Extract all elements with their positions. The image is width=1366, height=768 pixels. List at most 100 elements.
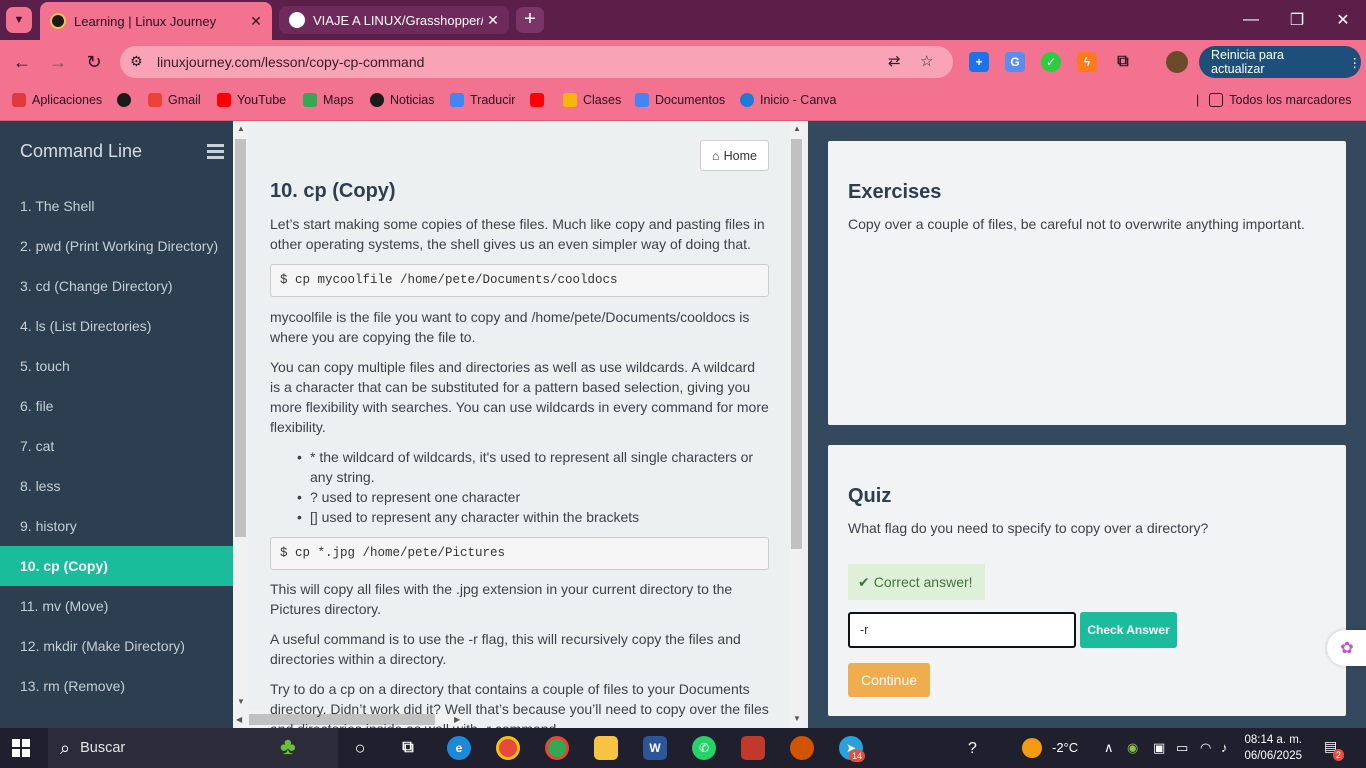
bookmark-clases[interactable]: Clases [563, 93, 621, 107]
bookmark-noticias[interactable]: Noticias [370, 93, 434, 107]
globe-icon [117, 93, 131, 107]
translate-icon [450, 93, 464, 107]
list-item: ? used to represent one character [297, 487, 769, 507]
chrome-icon[interactable] [545, 736, 569, 760]
weather-sun-icon[interactable] [1022, 738, 1042, 758]
bookmark-youtube-2[interactable] [530, 93, 550, 107]
tab-linux-journey[interactable]: Learning | Linux Journey ✕ [40, 2, 272, 40]
home-button[interactable]: ⌂ Home [700, 140, 769, 171]
sidebar-lesson-item[interactable]: 12. mkdir (Make Directory) [0, 626, 233, 666]
sidebar-scrollbar[interactable]: ▲ ▼ [233, 121, 248, 711]
brain-extension-icon[interactable]: ✿ [1327, 630, 1366, 666]
apps-grid-icon [12, 93, 26, 107]
more-vertical-icon: ⋮ [1348, 55, 1362, 70]
sidebar-lesson-item[interactable]: 13. rm (Remove) [0, 666, 233, 706]
tab-github[interactable]: VIAJE A LINUX/Grasshopper/Lin ✕ [279, 6, 509, 34]
taskbar-search[interactable]: ⌕ Buscar ♣ [48, 728, 338, 768]
check-answer-button[interactable]: Check Answer [1080, 612, 1177, 648]
tray-device-icon[interactable]: ▣ [1153, 740, 1165, 756]
paragraph-try: Try to do a cp on a directory that conta… [270, 681, 769, 728]
back-arrow-icon[interactable]: ← [8, 48, 36, 76]
bookmark-youtube[interactable]: YouTube [217, 93, 286, 107]
bookmark-traducir[interactable]: Traducir [450, 93, 515, 107]
sidebar-lesson-item[interactable]: 8. less [0, 466, 233, 506]
close-window-icon[interactable]: ✕ [1320, 0, 1366, 40]
minimize-icon[interactable]: — [1228, 0, 1274, 40]
sidebar-lesson-item[interactable]: 7. cat [0, 426, 233, 466]
profile-avatar[interactable] [1166, 51, 1188, 73]
reload-icon[interactable]: ↻ [80, 48, 108, 76]
lesson-scrollbar[interactable]: ▲ ▼ [789, 121, 804, 728]
extension-bolt-icon[interactable]: ϟ [1077, 52, 1097, 72]
app-avatar-icon[interactable] [790, 736, 814, 760]
extension-check-icon[interactable]: ✓ [1041, 52, 1061, 72]
close-tab-icon[interactable]: ✕ [246, 13, 266, 30]
globe-icon [370, 93, 384, 107]
task-view-icon[interactable]: ⧉ [396, 736, 420, 760]
taskbar-clock[interactable]: 08:14 a. m. 06/06/2025 [1236, 732, 1302, 764]
file-explorer-icon[interactable] [594, 736, 618, 760]
sidebar-lesson-item[interactable]: 6. file [0, 386, 233, 426]
scroll-up-icon[interactable]: ▲ [793, 124, 801, 133]
battery-icon[interactable]: ▭ [1176, 740, 1188, 756]
tab-title: VIAJE A LINUX/Grasshopper/Lin [313, 12, 483, 28]
answer-input[interactable] [848, 612, 1076, 648]
sidebar-lesson-item[interactable]: 1. The Shell [0, 186, 233, 226]
bookmark-globe[interactable] [117, 93, 137, 107]
update-button[interactable]: Reinicia para actualizar ⋮ [1199, 46, 1361, 78]
paragraph-wildcards: You can copy multiple files and director… [270, 359, 769, 435]
forward-arrow-icon[interactable]: → [44, 48, 72, 76]
address-bar[interactable]: ⚙ linuxjourney.com/lesson/copy-cp-comman… [120, 46, 953, 78]
tray-chevron-up-icon[interactable]: ∧ [1104, 740, 1114, 756]
github-icon [289, 12, 305, 28]
sidebar-lesson-item[interactable]: 5. touch [0, 346, 233, 386]
all-bookmarks[interactable]: | Todos los marcadores [1196, 93, 1352, 107]
new-tab-button[interactable]: + [516, 7, 544, 33]
bookmark-documentos[interactable]: Documentos [635, 93, 725, 107]
sidebar-lesson-item[interactable]: 11. mv (Move) [0, 586, 233, 626]
translate-icon[interactable]: ⇄ [888, 52, 901, 70]
bookmark-apps[interactable]: Aplicaciones [12, 93, 102, 107]
code-block-2: $ cp *.jpg /home/pete/Pictures [270, 537, 769, 570]
weather-temp[interactable]: -2°C [1052, 740, 1078, 755]
windows-start-icon[interactable] [12, 739, 30, 757]
scroll-up-icon[interactable]: ▲ [237, 124, 245, 133]
tab-search-button[interactable]: ▼ [6, 7, 32, 33]
tray-app-icon[interactable]: ◉ [1127, 740, 1138, 756]
cortana-icon[interactable]: ○ [348, 736, 372, 760]
sidebar-lesson-item[interactable]: 10. cp (Copy) [0, 546, 233, 586]
photos-icon[interactable] [741, 736, 765, 760]
bookmark-star-icon[interactable]: ☆ [920, 52, 933, 70]
bookmark-maps[interactable]: Maps [303, 93, 354, 107]
edge-icon[interactable]: e [447, 736, 471, 760]
sidebar-lesson-item[interactable]: 9. history [0, 506, 233, 546]
sidebar-lesson-item[interactable]: 3. cd (Change Directory) [0, 266, 233, 306]
wifi-icon[interactable]: ◠ [1200, 740, 1211, 756]
continue-button[interactable]: Continue [848, 663, 930, 697]
url-text[interactable]: linuxjourney.com/lesson/copy-cp-command [157, 54, 424, 70]
sidebar-lesson-item[interactable]: 2. pwd (Print Working Directory) [0, 226, 233, 266]
code-block-1: $ cp mycoolfile /home/pete/Documents/coo… [270, 264, 769, 297]
restore-icon[interactable]: ❐ [1274, 0, 1320, 40]
sidebar-lesson-item[interactable]: 4. ls (List Directories) [0, 306, 233, 346]
help-icon[interactable]: ? [968, 740, 977, 758]
extension-translate-icon[interactable]: G [1005, 52, 1025, 72]
site-settings-icon[interactable]: ⚙ [130, 53, 143, 70]
bookmark-canva[interactable]: Inicio - Canva [740, 93, 836, 107]
scroll-thumb[interactable] [235, 139, 246, 537]
docs-icon [635, 93, 649, 107]
bookmarks-bar: Aplicaciones Gmail YouTube Maps Noticias… [0, 84, 1366, 121]
chrome-active-icon[interactable] [496, 736, 520, 760]
close-tab-icon[interactable]: ✕ [483, 12, 503, 29]
scroll-down-icon[interactable]: ▼ [237, 697, 245, 706]
whatsapp-icon[interactable]: ✆ [692, 736, 716, 760]
scroll-thumb[interactable] [791, 139, 802, 549]
hamburger-menu-icon[interactable] [207, 144, 224, 162]
extensions-puzzle-icon[interactable]: ⧉ [1113, 52, 1133, 72]
scroll-left-icon[interactable]: ◀ [236, 715, 242, 724]
word-icon[interactable]: W [643, 736, 667, 760]
bookmark-gmail[interactable]: Gmail [148, 93, 201, 107]
extension-plus-icon[interactable]: + [969, 52, 989, 72]
scroll-down-icon[interactable]: ▼ [793, 714, 801, 723]
volume-icon[interactable]: ♪ [1221, 740, 1228, 755]
